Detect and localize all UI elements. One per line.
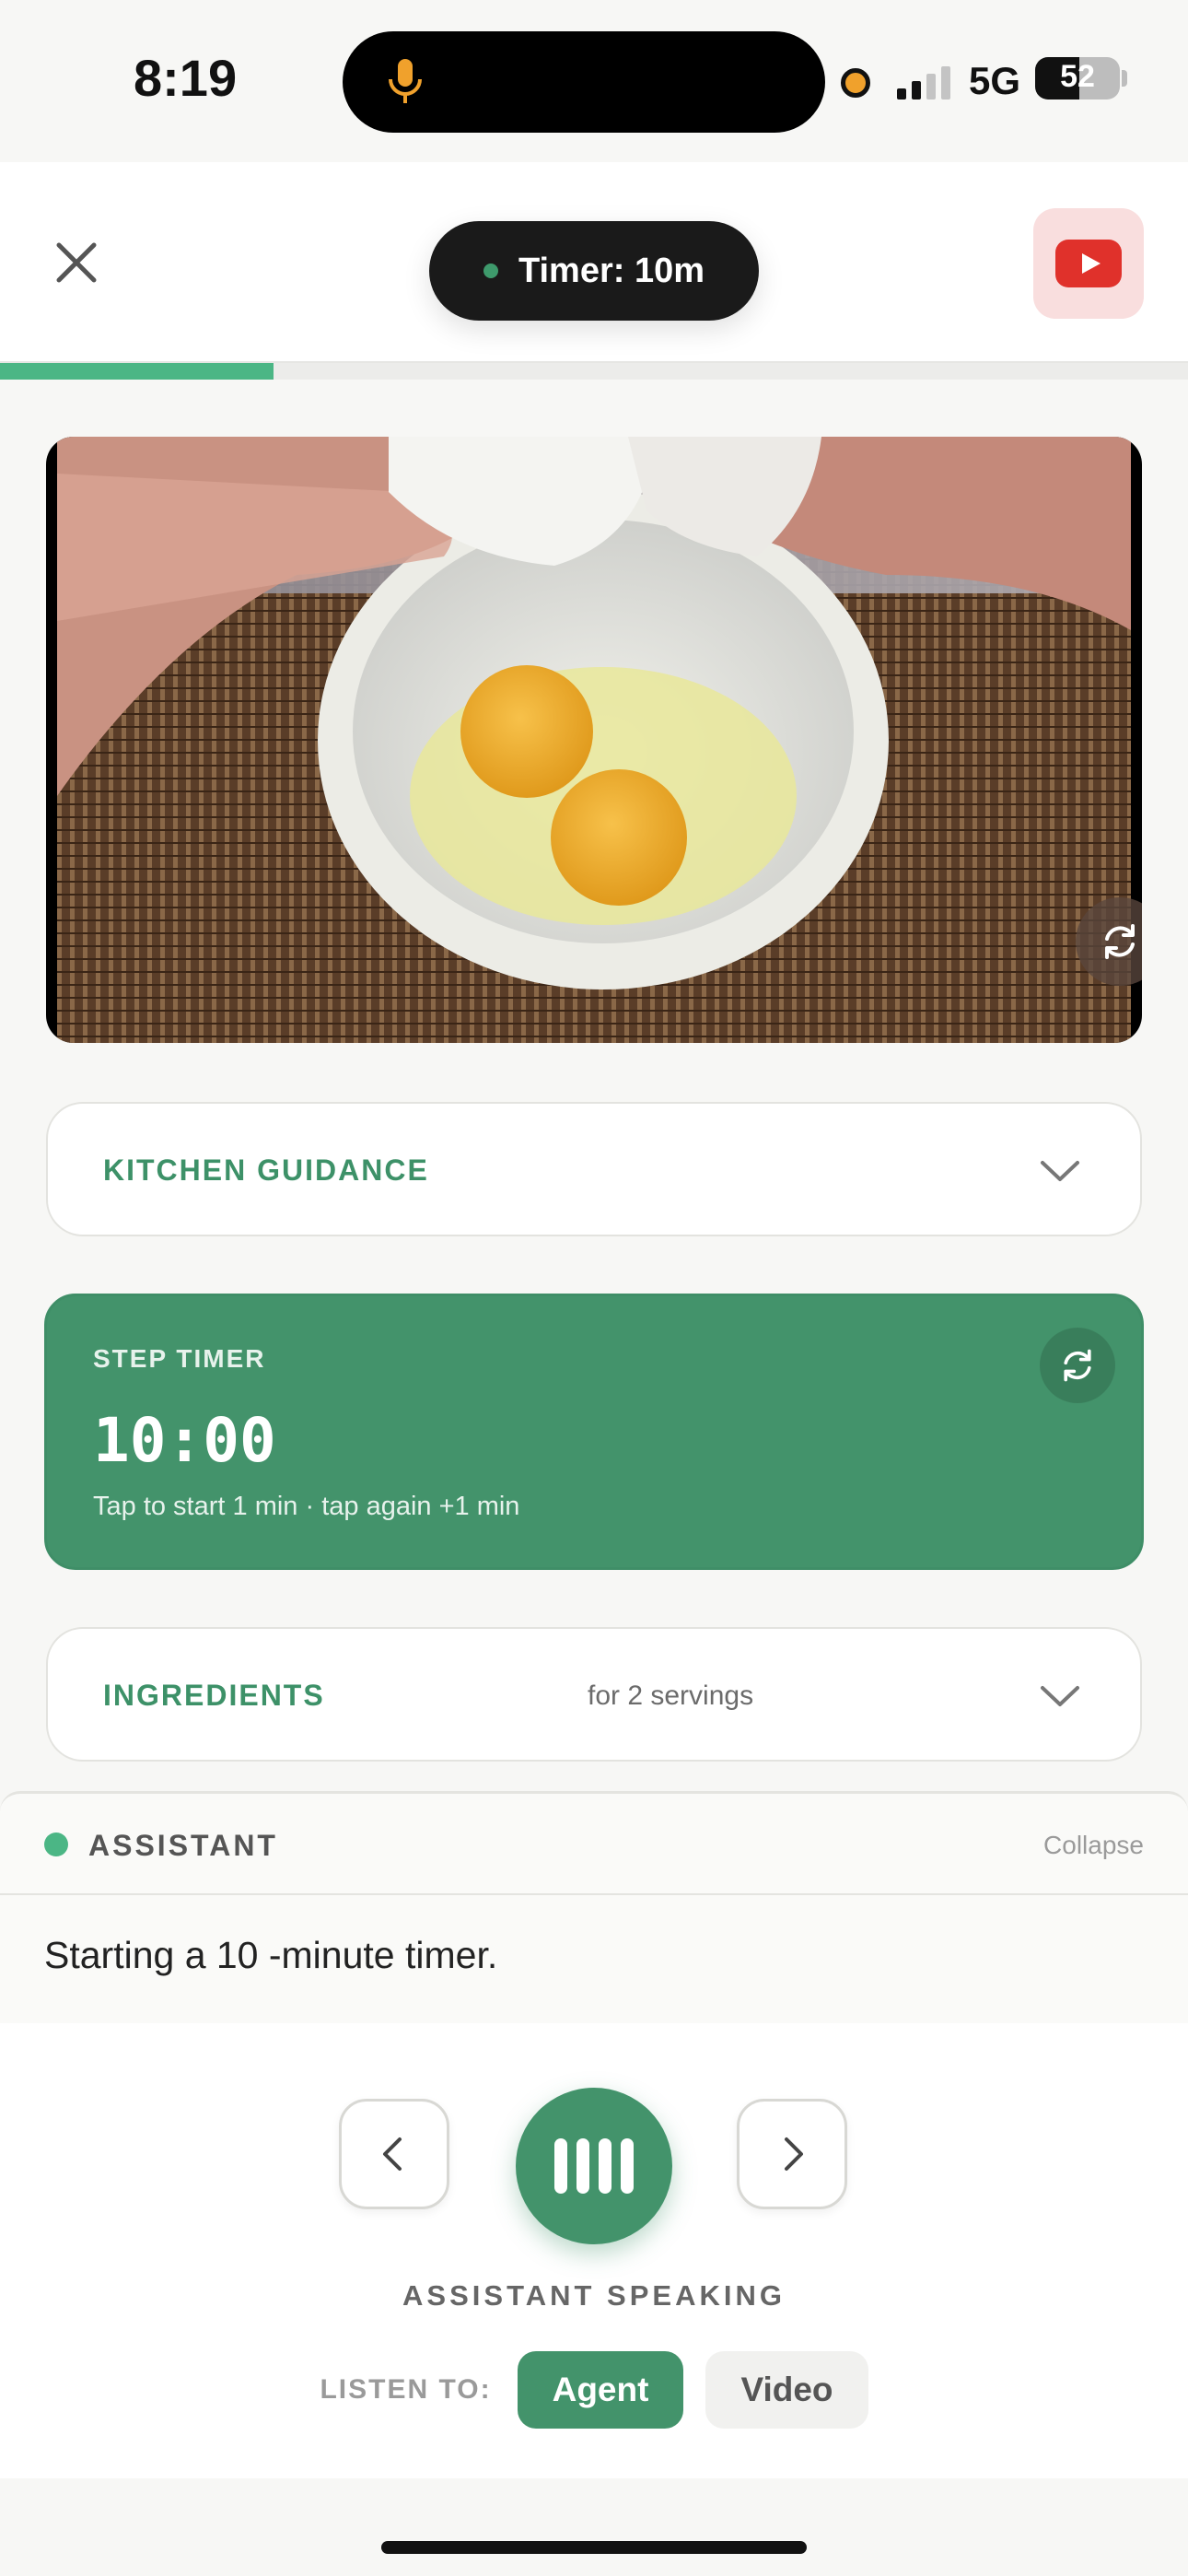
step-timer-card[interactable]: STEP TIMER 10:00 Tap to start 1 min · ta… [44, 1294, 1144, 1570]
video-player[interactable] [46, 437, 1142, 1043]
battery-icon: 52 [1035, 57, 1120, 100]
step-progress-bar [0, 363, 1188, 380]
step-timer-reset-button[interactable] [1040, 1328, 1115, 1403]
youtube-icon [1055, 240, 1122, 287]
youtube-button[interactable] [1033, 208, 1144, 319]
kitchen-guidance-card[interactable]: KITCHEN GUIDANCE [46, 1102, 1142, 1236]
collapse-button[interactable]: Collapse [1043, 1831, 1144, 1860]
battery-tip [1122, 70, 1127, 87]
listen-video-button[interactable]: Video [705, 2351, 868, 2429]
chevron-down-icon [1041, 1686, 1079, 1706]
timer-pill-label: Timer: 10m [518, 251, 705, 290]
assistant-message: Starting a 10 -minute timer. [44, 1934, 498, 1976]
timer-pill[interactable]: Timer: 10m [429, 221, 759, 321]
step-timer-hint: Tap to start 1 min · tap again +1 min [93, 1492, 520, 1521]
waveform-icon [621, 2138, 634, 2194]
recording-indicator [841, 68, 870, 98]
waveform-icon [554, 2138, 567, 2194]
network-label: 5G [969, 59, 1021, 102]
timer-active-dot [483, 263, 498, 278]
listen-to-label: LISTEN TO: [320, 2374, 492, 2405]
waveform-icon [577, 2138, 589, 2194]
listen-agent-button[interactable]: Agent [517, 2351, 684, 2429]
status-bar: 8:19 5G 52 [0, 0, 1188, 162]
close-button[interactable] [44, 230, 109, 295]
step-timer-value: 10:00 [93, 1405, 276, 1476]
chevron-left-icon [383, 2137, 402, 2171]
status-time: 8:19 [134, 49, 238, 107]
next-step-button[interactable] [737, 2099, 847, 2209]
kitchen-guidance-title: KITCHEN GUIDANCE [103, 1153, 429, 1187]
sync-icon [1105, 924, 1135, 959]
chevron-down-icon [1041, 1161, 1079, 1181]
waveform-icon [599, 2138, 611, 2194]
ingredients-card[interactable]: INGREDIENTS for 2 servings [46, 1627, 1142, 1762]
reset-icon [1064, 1349, 1091, 1382]
assistant-status-dot [44, 1832, 68, 1856]
step-progress-fill [0, 363, 274, 380]
assistant-panel: ASSISTANT Collapse Starting a 10 -minute… [0, 1791, 1188, 2023]
video-frame [57, 437, 1131, 1043]
assistant-title: ASSISTANT [88, 1829, 278, 1862]
ingredients-title: INGREDIENTS [103, 1679, 325, 1712]
ingredients-servings: for 2 servings [588, 1680, 754, 1711]
listen-to-selector: LISTEN TO: Agent Video [0, 2351, 1188, 2429]
voice-button[interactable] [516, 2088, 672, 2244]
app-header: Timer: 10m [0, 162, 1188, 363]
assistant-state-label: ASSISTANT SPEAKING [402, 2279, 786, 2312]
dynamic-island [343, 31, 825, 133]
battery-label: 52 [1060, 59, 1095, 94]
playback-controls: ASSISTANT SPEAKING LISTEN TO: Agent Vide… [0, 2023, 1188, 2478]
microphone-icon [389, 59, 422, 103]
cellular-signal-icon [897, 66, 950, 100]
step-timer-label: STEP TIMER [93, 1344, 266, 1373]
previous-step-button[interactable] [339, 2099, 449, 2209]
close-icon [56, 242, 97, 283]
divider [0, 1893, 1188, 1895]
home-indicator [381, 2541, 807, 2554]
chevron-right-icon [785, 2137, 803, 2171]
